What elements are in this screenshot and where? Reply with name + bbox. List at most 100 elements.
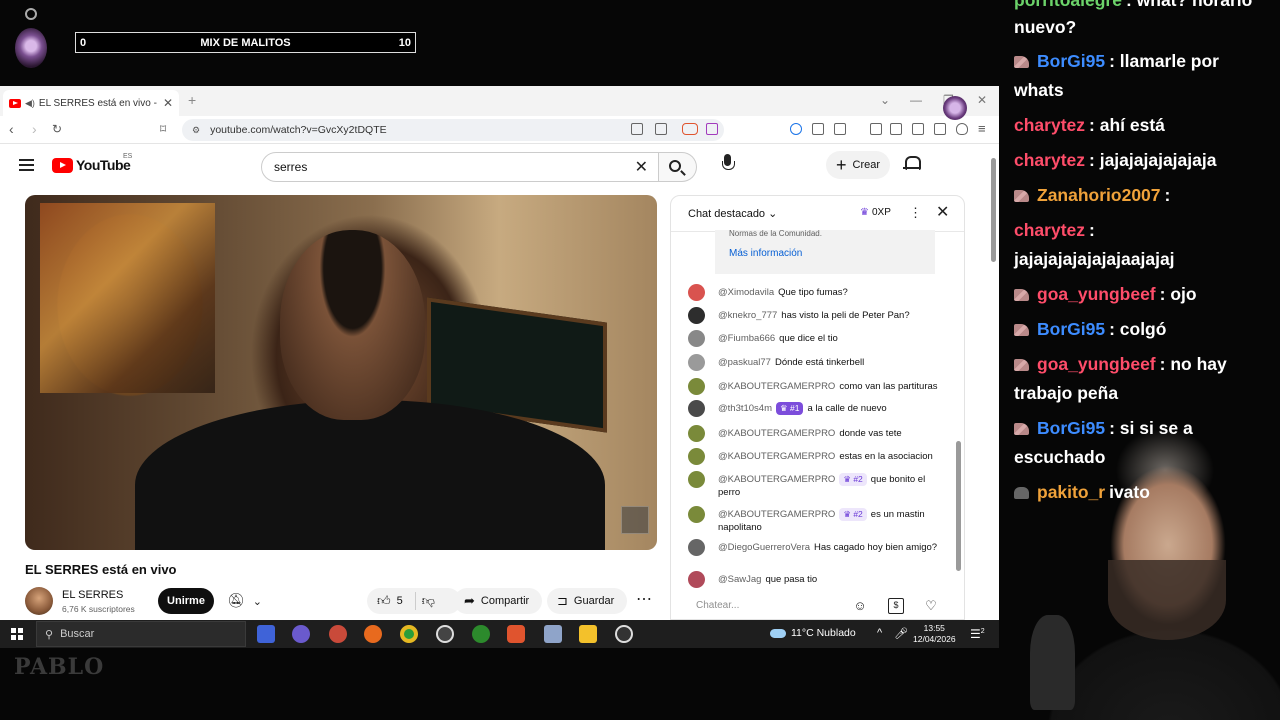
tab-youtube[interactable]: ◀) EL SERRES está en vivo - YouTube ✕ bbox=[3, 90, 179, 116]
chat-message[interactable]: @KABOUTERGAMERPRO como van las partituras bbox=[688, 378, 938, 395]
cast-icon[interactable] bbox=[631, 123, 643, 135]
chat-author-avatar[interactable] bbox=[688, 539, 705, 556]
youtube-logo[interactable]: YouTube ES bbox=[52, 153, 132, 173]
firefox-app-icon[interactable] bbox=[364, 625, 382, 643]
chrome-app-icon[interactable] bbox=[400, 625, 418, 643]
more-info-link[interactable]: Más información bbox=[729, 248, 802, 259]
chat-author[interactable]: @th3t10s4m bbox=[718, 403, 772, 414]
more-actions-icon[interactable]: ⋯ bbox=[633, 590, 655, 612]
xp-badge[interactable]: ♛ 0XP bbox=[860, 207, 891, 218]
chat-author[interactable]: @KABOUTERGAMERPRO bbox=[718, 451, 835, 462]
new-tab-button[interactable]: + bbox=[188, 92, 196, 108]
chat-message[interactable]: @paskual77 Dónde está tinkerbell bbox=[688, 354, 938, 371]
menu-icon[interactable] bbox=[19, 159, 34, 171]
channel-watermark-icon[interactable] bbox=[621, 506, 649, 534]
dislike-button[interactable]: 👎︎ bbox=[422, 593, 435, 609]
chat-author-avatar[interactable] bbox=[688, 506, 705, 523]
chat-close-icon[interactable]: ✕ bbox=[936, 202, 949, 222]
chat-author[interactable]: @KABOUTERGAMERPRO bbox=[718, 509, 835, 520]
wallet-2-icon[interactable] bbox=[912, 123, 924, 135]
chat-author-avatar[interactable] bbox=[688, 307, 705, 324]
chat-author[interactable]: @Ximodavila bbox=[718, 287, 774, 298]
save-button[interactable]: ⊐ Guardar bbox=[547, 588, 627, 614]
obs-app-icon[interactable] bbox=[292, 625, 310, 643]
brave-rewards-icon[interactable] bbox=[706, 123, 718, 135]
super-chat-icon[interactable]: $ bbox=[888, 598, 904, 614]
share-page-icon[interactable] bbox=[655, 123, 667, 135]
music-icon[interactable] bbox=[870, 123, 882, 135]
share-button[interactable]: ➦ Compartir bbox=[454, 588, 542, 614]
search-input[interactable]: serres ✕ bbox=[261, 152, 659, 182]
screenshot-icon[interactable] bbox=[834, 123, 846, 135]
store-app-icon[interactable] bbox=[257, 625, 275, 643]
extensions-icon[interactable] bbox=[812, 123, 824, 135]
chat-author[interactable]: @DiegoGuerreroVera bbox=[718, 542, 810, 553]
forward-button[interactable]: › bbox=[32, 121, 37, 137]
minimize-button[interactable]: — bbox=[910, 93, 922, 107]
chat-author-avatar[interactable] bbox=[688, 448, 705, 465]
page-scroll-thumb[interactable] bbox=[991, 158, 996, 262]
chat-author[interactable]: @Fiumba666 bbox=[718, 333, 775, 344]
chat-author[interactable]: @paskual77 bbox=[718, 357, 771, 368]
chat-message[interactable]: @KABOUTERGAMERPRO ♛ #2 que bonito el perro bbox=[688, 471, 938, 499]
file-explorer-icon[interactable] bbox=[579, 625, 597, 643]
chat-input[interactable]: Chatear... ☺ $ ♡ bbox=[671, 592, 964, 619]
chat-message[interactable]: @KABOUTERGAMERPRO donde vas tete bbox=[688, 425, 938, 442]
chat-more-icon[interactable]: ⋮ bbox=[909, 205, 922, 221]
chat-mode-dropdown[interactable]: Chat destacado ⌄ bbox=[688, 207, 777, 220]
create-button[interactable]: + Crear bbox=[826, 151, 890, 179]
chat-message[interactable]: @DiegoGuerreroVera Has cagado hoy bien am… bbox=[688, 539, 938, 556]
reload-button[interactable]: ↻ bbox=[52, 122, 62, 136]
site-info-icon[interactable]: ⚙ bbox=[192, 125, 200, 136]
video-player[interactable] bbox=[25, 195, 657, 550]
user-avatar[interactable] bbox=[943, 96, 967, 120]
chat-message[interactable]: @th3t10s4m ♛ #1 a la calle de nuevo bbox=[688, 400, 938, 417]
chat-author-avatar[interactable] bbox=[688, 471, 705, 488]
tray-expand-icon[interactable]: ^ bbox=[877, 627, 882, 639]
channel-avatar[interactable] bbox=[25, 587, 53, 615]
channel-name[interactable]: EL SERRES bbox=[62, 589, 123, 601]
chat-author[interactable]: @KABOUTERGAMERPRO bbox=[718, 428, 835, 439]
app-icon-9[interactable] bbox=[544, 625, 562, 643]
back-button[interactable]: ‹ bbox=[9, 121, 14, 137]
tab-list-icon[interactable]: ⌄ bbox=[880, 93, 890, 107]
chat-author-avatar[interactable] bbox=[688, 425, 705, 442]
tab-close-icon[interactable]: ✕ bbox=[163, 96, 173, 110]
app-icon-3[interactable] bbox=[329, 625, 347, 643]
chat-author-avatar[interactable] bbox=[688, 378, 705, 395]
chat-message[interactable]: @KABOUTERGAMERPRO estas en la asociacion bbox=[688, 448, 938, 465]
search-button[interactable] bbox=[659, 152, 697, 182]
chat-message[interactable]: @KABOUTERGAMERPRO ♛ #2 es un mastin napoli… bbox=[688, 506, 938, 534]
xbox-app-icon[interactable] bbox=[472, 625, 490, 643]
chat-author-avatar[interactable] bbox=[688, 400, 705, 417]
emoji-icon[interactable]: ☺ bbox=[852, 598, 868, 614]
chat-author[interactable]: @KABOUTERGAMERPRO bbox=[718, 474, 835, 485]
like-button[interactable]: 👍︎ 5 bbox=[377, 593, 403, 609]
vpn-icon[interactable] bbox=[956, 123, 968, 135]
chat-message[interactable]: @SawJag que pasa tio bbox=[688, 571, 938, 588]
app-icon-11[interactable] bbox=[615, 625, 633, 643]
browser-menu-icon[interactable]: ≡ bbox=[978, 121, 986, 136]
chat-author-avatar[interactable] bbox=[688, 330, 705, 347]
notifications-bell-icon[interactable] bbox=[903, 156, 921, 172]
notification-settings-button[interactable]: 🔕︎ ⌄ bbox=[227, 592, 262, 609]
taskbar-search[interactable]: ⚲ Buscar bbox=[36, 621, 246, 647]
chat-author-avatar[interactable] bbox=[688, 571, 705, 588]
brave-shields-icon[interactable] bbox=[682, 123, 698, 135]
close-window-button[interactable]: ✕ bbox=[977, 93, 987, 107]
voice-search-icon[interactable] bbox=[716, 152, 740, 176]
chat-message[interactable]: @Ximodavila Que tipo fumas? bbox=[688, 284, 938, 301]
microphone-icon[interactable]: 🎤︎ bbox=[894, 627, 908, 640]
bookmark-icon[interactable]: ⌑ bbox=[160, 122, 166, 136]
chat-author[interactable]: @KABOUTERGAMERPRO bbox=[718, 381, 835, 392]
chat-author-avatar[interactable] bbox=[688, 284, 705, 301]
leo-ai-icon[interactable] bbox=[934, 123, 946, 135]
chat-author[interactable]: @SawJag bbox=[718, 574, 761, 585]
brave-app-icon[interactable] bbox=[507, 625, 525, 643]
heart-icon[interactable]: ♡ bbox=[923, 598, 939, 614]
windows-start-icon[interactable] bbox=[11, 628, 23, 640]
join-button[interactable]: Unirme bbox=[158, 588, 214, 614]
chat-author[interactable]: @knekro_777 bbox=[718, 310, 777, 321]
chat-message[interactable]: @Fiumba666 que dice el tio bbox=[688, 330, 938, 347]
clear-search-icon[interactable]: ✕ bbox=[635, 157, 648, 177]
